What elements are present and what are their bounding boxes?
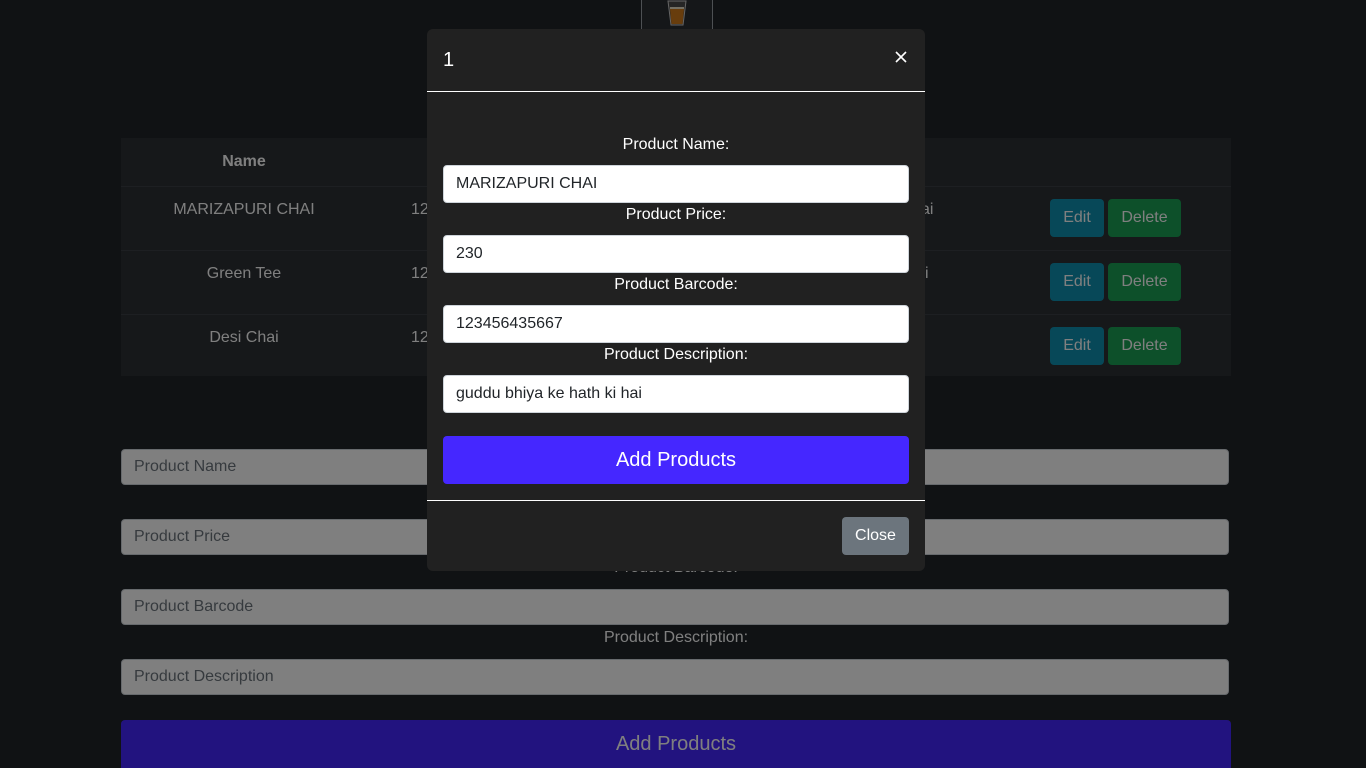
modal-title: 1 xyxy=(443,49,455,71)
modal-header: 1 xyxy=(427,29,925,92)
product-price-label: Product Price: xyxy=(625,206,727,223)
product-name-label: Product Name: xyxy=(622,136,730,153)
product-description-label: Product Description: xyxy=(603,346,749,363)
edit-product-modal: 1 Product Name: MARIZAPURI CHAI Product … xyxy=(427,29,925,571)
product-price-input[interactable]: 230 xyxy=(443,235,909,273)
add-products-button[interactable]: Add Products xyxy=(443,436,909,484)
modal-body: Product Name: MARIZAPURI CHAI Product Pr… xyxy=(427,92,925,500)
close-icon[interactable] xyxy=(893,49,909,65)
close-button[interactable]: Close xyxy=(842,517,909,555)
product-barcode-label: Product Barcode: xyxy=(614,276,738,293)
product-description-input[interactable]: guddu bhiya ke hath ki hai xyxy=(443,375,909,413)
modal-footer: Close xyxy=(427,500,925,571)
product-barcode-input[interactable]: 123456435667 xyxy=(443,305,909,343)
page: Name MARIZAPURI CHAI 12 ai Edit Delete G… xyxy=(0,0,1366,768)
product-name-input[interactable]: MARIZAPURI CHAI xyxy=(443,165,909,203)
